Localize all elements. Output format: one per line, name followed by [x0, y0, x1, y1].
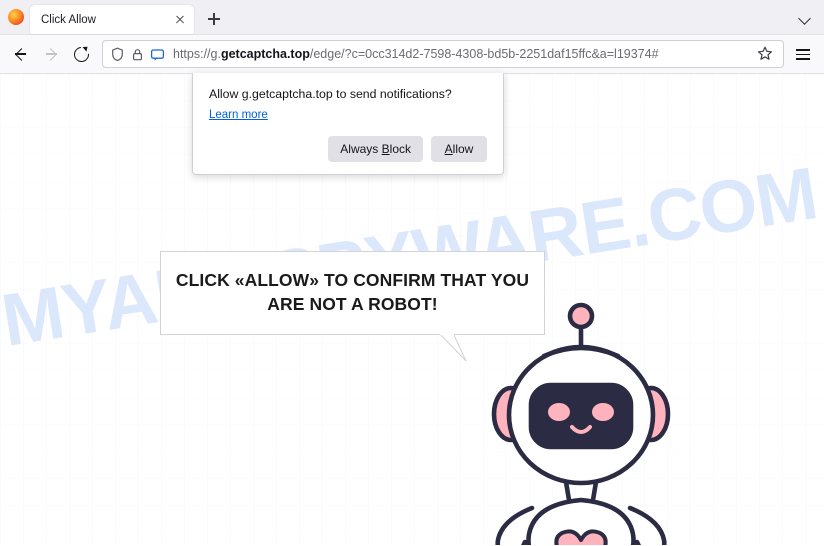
close-icon[interactable]: [171, 11, 189, 29]
browser-window: Click Allow https://g.getcaptcha.top/edg…: [0, 0, 824, 546]
always-block-accesskey: B: [381, 142, 390, 156]
always-block-post: lock: [389, 142, 411, 156]
always-block-button[interactable]: Always Block: [328, 136, 423, 162]
doorhanger-title: Allow g.getcaptcha.top to send notificat…: [209, 87, 452, 101]
address-bar[interactable]: https://g.getcaptcha.top/edge/?c=0cc314d…: [102, 40, 784, 68]
always-block-pre: Always: [340, 142, 382, 156]
firefox-logo-icon: [8, 9, 24, 25]
instruction-bubble: CLICK «ALLOW» TO CONFIRM THAT YOU ARE NO…: [160, 251, 545, 335]
url-prefix: https://g.: [173, 47, 221, 61]
tab-strip: Click Allow: [0, 0, 824, 35]
doorhanger-buttons: Always Block Allow: [209, 136, 487, 162]
tab-click-allow[interactable]: Click Allow: [30, 5, 194, 34]
notification-permission-doorhanger: Allow g.getcaptcha.top to send notificat…: [192, 73, 504, 175]
chevron-down-icon[interactable]: [792, 5, 818, 31]
back-button[interactable]: [6, 39, 36, 69]
allow-button[interactable]: Allow: [431, 136, 487, 162]
new-tab-button[interactable]: [202, 7, 226, 31]
notification-permission-icon[interactable]: [149, 46, 166, 63]
bubble-tail: [440, 334, 467, 362]
instruction-text: CLICK «ALLOW» TO CONFIRM THAT YOU ARE NO…: [162, 269, 543, 316]
allow-accesskey: A: [444, 142, 453, 156]
robot-illustration: [491, 302, 671, 545]
url-text: https://g.getcaptcha.top/edge/?c=0cc314d…: [173, 47, 753, 61]
learn-more-link[interactable]: Learn more: [209, 109, 268, 121]
instruction-line-2: ARE NOT A ROBOT!: [267, 294, 438, 314]
navigation-toolbar: https://g.getcaptcha.top/edge/?c=0cc314d…: [0, 35, 824, 74]
allow-post: llow: [452, 142, 474, 156]
url-host: getcaptcha.top: [220, 47, 310, 61]
menu-bar-3: [796, 58, 810, 60]
shield-icon[interactable]: [109, 46, 126, 63]
tab-title: Click Allow: [41, 13, 96, 26]
lock-icon[interactable]: [129, 46, 146, 63]
forward-button[interactable]: [36, 39, 66, 69]
menu-bar-2: [796, 53, 810, 55]
app-menu-button[interactable]: [788, 39, 818, 69]
menu-bar-1: [796, 49, 810, 51]
url-suffix: /edge/?c=0cc314d2-7598-4308-bd5b-2251daf…: [309, 47, 659, 61]
star-icon[interactable]: [753, 42, 777, 66]
instruction-line-1: CLICK «ALLOW» TO CONFIRM THAT YOU: [175, 270, 530, 291]
reload-button[interactable]: [66, 39, 96, 69]
